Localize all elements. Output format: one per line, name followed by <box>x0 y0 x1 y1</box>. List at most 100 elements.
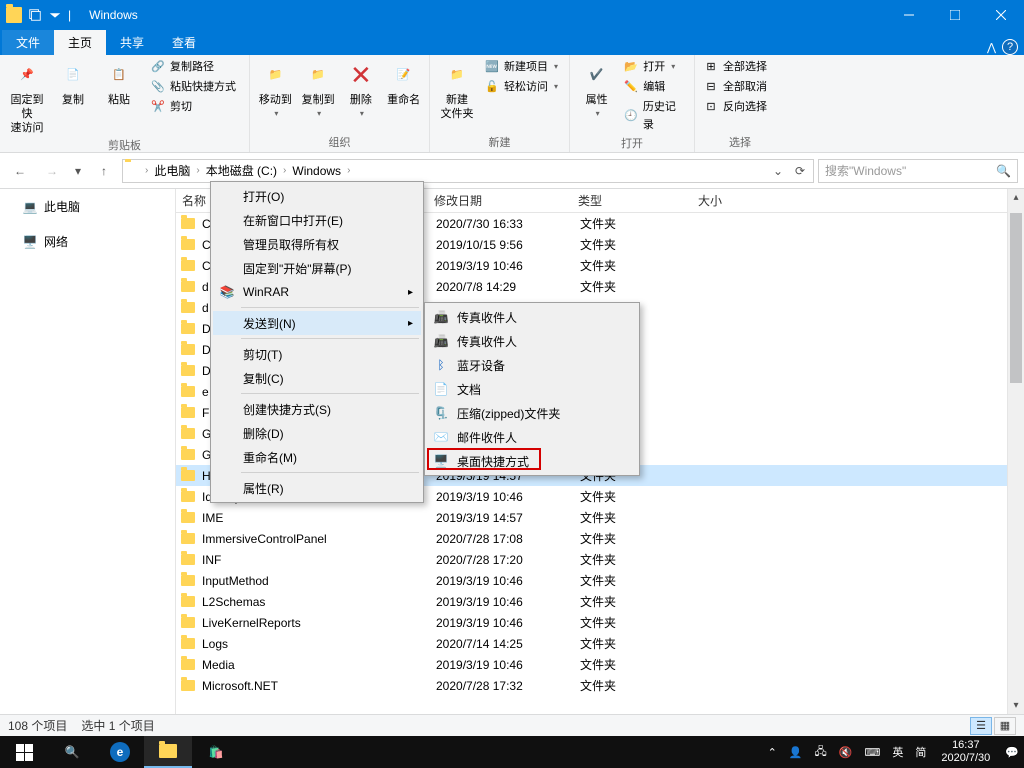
context-menu[interactable]: 打开(O) 在新窗口中打开(E) 管理员取得所有权 固定到"开始"屏幕(P) 📚… <box>210 181 424 503</box>
recent-locations-button[interactable]: ▾ <box>70 158 86 184</box>
qat-icon[interactable] <box>48 8 62 22</box>
properties-button[interactable]: ✔️属性▾ <box>574 57 619 123</box>
action-center-icon[interactable]: 💬 <box>1000 736 1024 768</box>
address-dropdown[interactable]: ⌄ <box>767 160 789 182</box>
sub-zip[interactable]: 🗜️压缩(zipped)文件夹 <box>427 401 637 425</box>
table-row[interactable]: Microsoft.NET2020/7/28 17:32文件夹 <box>176 675 1024 696</box>
tray-clock[interactable]: 16:372020/7/30 <box>933 739 998 765</box>
details-view-toggle[interactable]: ☰ <box>970 717 992 735</box>
edit-button[interactable]: ✏️编辑 <box>619 77 690 97</box>
col-size[interactable]: 大小 <box>698 192 778 209</box>
scroll-thumb[interactable] <box>1010 213 1022 383</box>
ctx-winrar[interactable]: 📚WinRAR▸ <box>213 280 421 304</box>
ctx-properties[interactable]: 属性(R) <box>213 476 421 500</box>
new-folder-button[interactable]: 📁新建 文件夹 <box>434 57 480 123</box>
tab-file[interactable]: 文件 <box>2 30 54 55</box>
ctx-pin-start[interactable]: 固定到"开始"屏幕(P) <box>213 256 421 280</box>
help-icon[interactable]: ? <box>1002 39 1018 55</box>
ctx-delete[interactable]: 删除(D) <box>213 421 421 445</box>
sub-desktop-shortcut[interactable]: 🖥️桌面快捷方式 <box>427 449 637 473</box>
collapse-ribbon-icon[interactable]: ⋀ <box>987 41 996 54</box>
sub-mail[interactable]: ✉️邮件收件人 <box>427 425 637 449</box>
tab-view[interactable]: 查看 <box>158 30 210 55</box>
folder-icon <box>180 321 196 337</box>
tray-ime2[interactable]: 简 <box>910 736 931 768</box>
copy-button[interactable]: 📄复制 <box>50 57 96 109</box>
tray-ime[interactable]: 英 <box>887 736 908 768</box>
sub-bluetooth[interactable]: ᛒ蓝牙设备 <box>427 353 637 377</box>
file-date: 2020/7/14 14:25 <box>436 637 580 651</box>
crumb-drive[interactable]: 本地磁盘 (C:) <box>202 162 281 179</box>
table-row[interactable]: INF2020/7/28 17:20文件夹 <box>176 549 1024 570</box>
tray-volume-icon[interactable]: 🔇 <box>834 736 858 768</box>
invert-selection-button[interactable]: ⊡反向选择 <box>699 97 771 117</box>
nav-this-pc[interactable]: 💻此电脑 <box>0 195 175 218</box>
history-button[interactable]: 🕘历史记录 <box>619 97 690 135</box>
col-date[interactable]: 修改日期 <box>434 192 578 209</box>
tray-people-icon[interactable]: 👤 <box>784 736 808 768</box>
tab-home[interactable]: 主页 <box>54 30 106 55</box>
back-button[interactable]: ← <box>6 158 34 184</box>
address-bar[interactable]: › 此电脑 › 本地磁盘 (C:) › Windows › ⌄ ⟳ <box>122 159 814 183</box>
crumb-this-pc[interactable]: 此电脑 <box>150 162 194 179</box>
scroll-up-arrow[interactable]: ▴ <box>1008 189 1024 206</box>
search-button[interactable]: 🔍 <box>48 736 96 768</box>
copy-to-button[interactable]: 📁复制到▾ <box>297 57 340 123</box>
ctx-copy[interactable]: 复制(C) <box>213 366 421 390</box>
new-item-button[interactable]: 🆕新建项目▾ <box>480 57 562 77</box>
ctx-open-new-window[interactable]: 在新窗口中打开(E) <box>213 208 421 232</box>
table-row[interactable]: ImmersiveControlPanel2020/7/28 17:08文件夹 <box>176 528 1024 549</box>
easy-access-button[interactable]: 🔓轻松访问▾ <box>480 77 562 97</box>
table-row[interactable]: Media2019/3/19 10:46文件夹 <box>176 654 1024 675</box>
select-all-button[interactable]: ⊞全部选择 <box>699 57 771 77</box>
delete-button[interactable]: ✕删除▾ <box>340 57 383 123</box>
maximize-button[interactable] <box>932 0 978 30</box>
explorer-button[interactable] <box>144 736 192 768</box>
cut-button[interactable]: ✂️剪切 <box>146 97 240 117</box>
minimize-button[interactable] <box>886 0 932 30</box>
ctx-admin-ownership[interactable]: 管理员取得所有权 <box>213 232 421 256</box>
system-tray: ⌃ 👤 🖧 🔇 ⌨ 英 简 16:372020/7/30 💬 <box>763 736 1024 768</box>
scroll-down-arrow[interactable]: ▾ <box>1008 697 1024 714</box>
paste-shortcut-button[interactable]: 📎粘贴快捷方式 <box>146 77 240 97</box>
crumb-folder[interactable]: Windows <box>288 164 345 178</box>
paste-button[interactable]: 📋粘贴 <box>96 57 142 109</box>
refresh-button[interactable]: ⟳ <box>789 160 811 182</box>
tab-share[interactable]: 共享 <box>106 30 158 55</box>
up-button[interactable]: ↑ <box>90 158 118 184</box>
forward-button[interactable]: → <box>38 158 66 184</box>
sub-documents[interactable]: 📄文档 <box>427 377 637 401</box>
col-type[interactable]: 类型 <box>578 192 698 209</box>
move-to-button[interactable]: 📁移动到▾ <box>254 57 297 123</box>
table-row[interactable]: L2Schemas2019/3/19 10:46文件夹 <box>176 591 1024 612</box>
ctx-open[interactable]: 打开(O) <box>213 184 421 208</box>
pin-quick-access-button[interactable]: 📌固定到快 速访问 <box>4 57 50 137</box>
table-row[interactable]: IME2019/3/19 14:57文件夹 <box>176 507 1024 528</box>
table-row[interactable]: LiveKernelReports2019/3/19 10:46文件夹 <box>176 612 1024 633</box>
qat-icon[interactable] <box>28 8 42 22</box>
table-row[interactable]: InputMethod2019/3/19 10:46文件夹 <box>176 570 1024 591</box>
rename-button[interactable]: 📝重命名 <box>382 57 425 109</box>
ctx-create-shortcut[interactable]: 创建快捷方式(S) <box>213 397 421 421</box>
table-row[interactable]: Logs2020/7/14 14:25文件夹 <box>176 633 1024 654</box>
sub-fax1[interactable]: 📠传真收件人 <box>427 305 637 329</box>
tray-chevron[interactable]: ⌃ <box>763 736 782 768</box>
select-none-button[interactable]: ⊟全部取消 <box>699 77 771 97</box>
send-to-submenu[interactable]: 📠传真收件人 📠传真收件人 ᛒ蓝牙设备 📄文档 🗜️压缩(zipped)文件夹 … <box>424 302 640 476</box>
copy-path-button[interactable]: 🔗复制路径 <box>146 57 240 77</box>
search-input[interactable]: 搜索"Windows" 🔍 <box>818 159 1018 183</box>
tray-keyboard-icon[interactable]: ⌨ <box>859 736 885 768</box>
scrollbar[interactable]: ▴ ▾ <box>1007 189 1024 714</box>
ctx-send-to[interactable]: 发送到(N)▸ <box>213 311 421 335</box>
sub-fax2[interactable]: 📠传真收件人 <box>427 329 637 353</box>
ctx-rename[interactable]: 重命名(M) <box>213 445 421 469</box>
icons-view-toggle[interactable]: ▦ <box>994 717 1016 735</box>
start-button[interactable] <box>0 736 48 768</box>
nav-network[interactable]: 🖥️网络 <box>0 230 175 253</box>
ctx-cut[interactable]: 剪切(T) <box>213 342 421 366</box>
tray-network-icon[interactable]: 🖧 <box>810 736 832 768</box>
close-button[interactable] <box>978 0 1024 30</box>
open-button[interactable]: 📂打开▾ <box>619 57 690 77</box>
edge-button[interactable]: e <box>96 736 144 768</box>
store-button[interactable]: 🛍️ <box>192 736 240 768</box>
